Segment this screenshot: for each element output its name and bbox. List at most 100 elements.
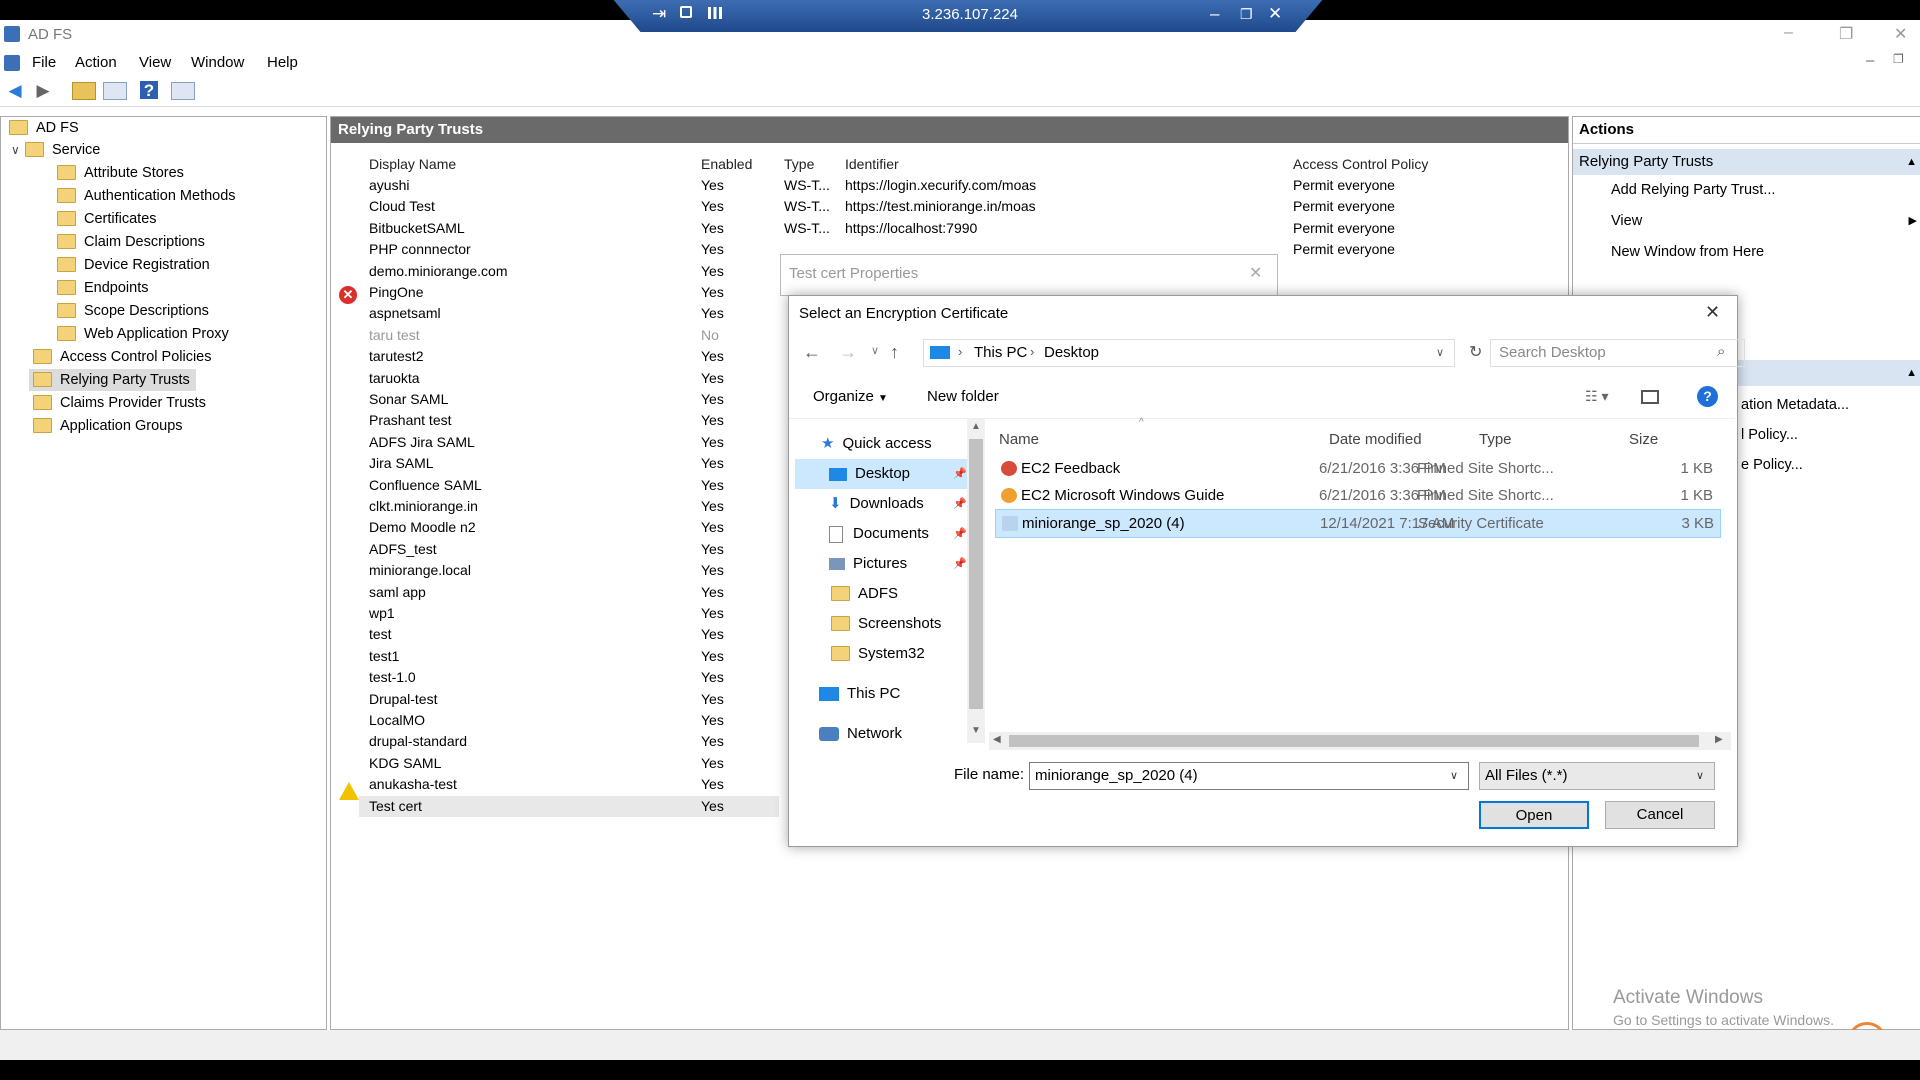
properties-close-button[interactable]: ✕ — [1249, 263, 1262, 283]
restore-button[interactable]: ❐ — [1839, 24, 1853, 44]
tree-root-adfs[interactable]: AD FS — [9, 117, 79, 139]
nav-screenshots[interactable]: Screenshots — [831, 609, 941, 639]
tree-claim-descriptions[interactable]: Claim Descriptions — [57, 231, 205, 253]
scroll-down-icon[interactable]: ▼ — [971, 725, 981, 736]
menu-view[interactable]: View — [139, 54, 171, 71]
table-row[interactable]: ADFS_test Yes — [359, 539, 779, 560]
nav-scrollbar[interactable]: ▲ ▼ — [967, 419, 985, 743]
refresh-icon[interactable]: ↻ — [1469, 342, 1482, 362]
table-row[interactable]: drupal-standard Yes — [359, 731, 779, 752]
tree-claims-provider-trusts[interactable]: Claims Provider Trusts — [33, 392, 206, 414]
table-row[interactable]: Confluence SAML Yes — [359, 475, 779, 496]
tree-service[interactable]: ∨ Service — [11, 139, 100, 161]
scroll-left-icon[interactable]: ◀ — [993, 734, 1001, 745]
tree-application-groups[interactable]: Application Groups — [33, 415, 183, 437]
menu-action[interactable]: Action — [75, 54, 117, 71]
collapse-caret-icon[interactable]: ▲ — [1906, 360, 1917, 386]
file-name-input[interactable]: miniorange_sp_2020 (4) ∨ — [1029, 762, 1469, 790]
back-arrow-icon[interactable]: ◀ — [4, 81, 26, 101]
mdi-restore-button[interactable]: ❐ — [1893, 52, 1904, 66]
collapse-chevron-icon[interactable]: ∨ — [11, 139, 25, 161]
column-size[interactable]: Size — [1629, 431, 1658, 448]
table-row[interactable]: ayushi Yes WS-T... https://login.xecurify.c… — [359, 175, 1395, 196]
table-row[interactable]: ADFS Jira SAML Yes — [359, 432, 779, 453]
table-row[interactable]: PingOne Yes — [359, 282, 779, 303]
table-row[interactable]: anukasha-test Yes — [359, 774, 779, 795]
action-add-relying-party-trust[interactable]: Add Relying Party Trust... — [1573, 175, 1920, 206]
show-action-pane-icon[interactable] — [171, 82, 195, 100]
tree-endpoints[interactable]: Endpoints — [57, 277, 149, 299]
nav-network[interactable]: Network — [819, 719, 902, 749]
table-row[interactable]: Demo Moodle n2 Yes — [359, 517, 779, 538]
action-view[interactable]: View ▶ — [1573, 206, 1920, 237]
breadcrumb-desktop[interactable]: Desktop — [1044, 344, 1099, 361]
collapse-caret-icon[interactable]: ▲ — [1906, 149, 1917, 175]
organize-button[interactable]: Organize ▼ — [813, 388, 888, 405]
menu-file[interactable]: File — [32, 54, 56, 71]
nav-desktop[interactable]: Desktop 📌 — [795, 459, 975, 489]
nav-adfs[interactable]: ADFS — [831, 579, 898, 609]
search-input[interactable]: Search Desktop — [1499, 344, 1606, 361]
file-row[interactable]: EC2 Feedback 6/21/2016 3:36 PM Pinned Site… — [995, 455, 1719, 482]
table-row[interactable]: test Yes — [359, 624, 779, 645]
minimize-button[interactable]: – — [1784, 24, 1793, 42]
forward-arrow-icon[interactable]: ▶ — [32, 81, 54, 101]
menu-window[interactable]: Window — [191, 54, 244, 71]
table-row[interactable]: taruokta Yes — [359, 368, 779, 389]
filename-dropdown-icon[interactable]: ∨ — [1450, 769, 1458, 782]
scroll-thumb[interactable] — [969, 439, 983, 709]
table-row[interactable]: Test cert Yes — [359, 795, 779, 817]
table-row[interactable]: wp1 Yes — [359, 603, 779, 624]
file-row[interactable]: EC2 Microsoft Windows Guide 6/21/2016 3:3… — [995, 482, 1719, 509]
table-row[interactable]: miniorange.local Yes — [359, 560, 779, 581]
table-row[interactable]: taru test No — [359, 325, 779, 346]
table-row[interactable]: clkt.miniorange.in Yes — [359, 496, 779, 517]
action-partial-metadata[interactable]: ation Metadata... — [1741, 397, 1849, 413]
table-row[interactable]: BitbucketSAML Yes WS-T... https://localhost… — [359, 218, 1395, 239]
table-row[interactable]: Prashant test Yes — [359, 410, 779, 431]
actions-section-header[interactable]: Relying Party Trusts ▲ — [1573, 149, 1920, 175]
column-type[interactable]: Type — [1479, 431, 1512, 448]
table-row[interactable]: KDG SAML Yes — [359, 753, 779, 774]
breadcrumb-this-pc[interactable]: This PC — [974, 344, 1027, 361]
pin-icon[interactable]: 📌 — [953, 549, 967, 579]
address-bar[interactable]: › This PC › Desktop ∨ — [923, 339, 1455, 367]
pin-icon[interactable]: 📌 — [953, 519, 967, 549]
back-arrow-icon[interactable]: ← — [803, 342, 821, 363]
rdp-restore-button[interactable]: ❐ — [1240, 6, 1253, 23]
table-row[interactable]: Jira SAML Yes — [359, 453, 779, 474]
address-dropdown-icon[interactable]: ∨ — [1436, 346, 1444, 359]
preview-pane-icon[interactable] — [1641, 390, 1659, 404]
dialog-close-button[interactable]: ✕ — [1705, 302, 1720, 323]
tree-device-registration[interactable]: Device Registration — [57, 254, 210, 276]
rdp-close-button[interactable]: ✕ — [1268, 4, 1282, 24]
table-row[interactable]: aspnetsaml Yes — [359, 303, 779, 324]
tree-authentication-methods[interactable]: Authentication Methods — [57, 185, 236, 207]
nav-documents[interactable]: Documents 📌 — [829, 519, 975, 549]
table-row[interactable]: Sonar SAML Yes — [359, 389, 779, 410]
action-partial-policy-1[interactable]: l Policy... — [1741, 427, 1798, 443]
nav-quick-access[interactable]: ★ Quick access — [821, 429, 932, 459]
file-type-select[interactable]: All Files (*.*) ∨ — [1479, 762, 1715, 790]
tree-web-application-proxy[interactable]: Web Application Proxy — [57, 323, 229, 345]
scroll-right-icon[interactable]: ▶ — [1715, 734, 1723, 745]
help-icon[interactable]: ? — [140, 81, 158, 100]
file-list-hscrollbar[interactable]: ◀ ▶ — [989, 732, 1731, 750]
forward-arrow-icon[interactable]: → — [839, 342, 857, 363]
action-partial-policy-2[interactable]: e Policy... — [1741, 457, 1803, 473]
search-box[interactable]: Search Desktop ⌕ — [1490, 339, 1745, 367]
new-folder-button[interactable]: New folder — [927, 388, 999, 405]
recent-dropdown-icon[interactable]: ∨ — [871, 344, 879, 357]
column-identifier[interactable]: Identifier — [845, 156, 899, 172]
table-row[interactable]: tarutest2 Yes — [359, 346, 779, 367]
close-button[interactable]: ✕ — [1894, 24, 1907, 44]
nav-system32[interactable]: System32 — [831, 639, 925, 669]
nav-this-pc[interactable]: This PC — [819, 679, 900, 709]
table-row[interactable]: test1 Yes — [359, 646, 779, 667]
tree-access-control-policies[interactable]: Access Control Policies — [33, 346, 212, 368]
scroll-up-icon[interactable]: ▲ — [971, 421, 981, 432]
table-row[interactable]: Cloud Test Yes WS-T... https://test.miniora… — [359, 196, 1395, 217]
pin-icon[interactable]: 📌 — [953, 459, 967, 489]
tree-scope-descriptions[interactable]: Scope Descriptions — [57, 300, 209, 322]
filter-dropdown-icon[interactable]: ∨ — [1696, 769, 1704, 782]
